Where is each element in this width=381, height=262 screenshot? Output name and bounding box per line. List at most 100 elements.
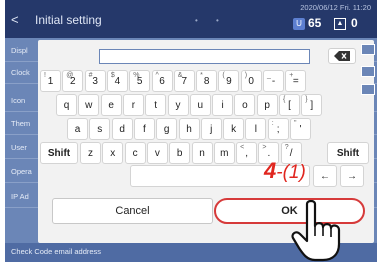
key[interactable]: t: [145, 94, 167, 116]
key-label: w: [85, 100, 93, 111]
key-label: →: [347, 171, 357, 182]
key-label: 1: [47, 76, 54, 87]
key-label: o: [242, 100, 248, 111]
settings-row-label: Them: [11, 119, 31, 128]
key[interactable]: ^ 6: [151, 70, 173, 92]
alert-count-icon: ▲: [334, 18, 346, 30]
key-label: c: [132, 148, 138, 159]
key-label: ': [299, 124, 302, 135]
bottom-row-label: Check Code email address: [11, 247, 102, 256]
shift-right-key[interactable]: Shift: [327, 142, 369, 164]
key[interactable]: q: [56, 94, 77, 116]
key[interactable]: b: [169, 142, 191, 164]
key[interactable]: #3: [84, 70, 106, 92]
key-label: =: [292, 76, 299, 87]
top-bar: < Initial setting • • 2020/06/12 Fri. 11…: [5, 0, 377, 38]
key[interactable]: l: [245, 118, 267, 140]
settings-row-label: User: [11, 143, 27, 152]
key-label: Shift: [336, 148, 360, 159]
key[interactable]: f: [133, 118, 155, 140]
user-count: 65: [308, 16, 322, 30]
key-label: 5: [136, 76, 143, 87]
key[interactable]: @2: [62, 70, 84, 92]
key-label: k: [231, 124, 237, 135]
settings-value-box: [361, 44, 375, 55]
key[interactable]: v: [146, 142, 168, 164]
key[interactable]: x: [102, 142, 124, 164]
key[interactable]: :;: [267, 118, 289, 140]
key[interactable]: e: [100, 94, 122, 116]
key[interactable]: g: [156, 118, 178, 140]
key[interactable]: m: [213, 142, 235, 164]
key[interactable]: w: [78, 94, 100, 116]
backspace-icon: [334, 51, 350, 61]
key[interactable]: {[: [279, 94, 300, 116]
key-label: 8: [203, 76, 210, 87]
key[interactable]: y: [167, 94, 189, 116]
key-label: b: [176, 148, 183, 159]
page-title: Initial setting: [35, 13, 102, 27]
settings-value-box: [361, 66, 375, 77]
key[interactable]: d: [111, 118, 133, 140]
key[interactable]: * 8: [196, 70, 218, 92]
datetime-label: 2020/06/12 Fri. 11:20: [300, 3, 371, 12]
key[interactable]: i: [212, 94, 234, 116]
backspace-button[interactable]: [328, 48, 356, 64]
status-indicator-dots: • •: [195, 16, 227, 25]
key-label: g: [163, 124, 170, 135]
key-label: i: [221, 100, 224, 111]
settings-value-box: [361, 84, 375, 95]
step-annotation: 4-(1): [264, 158, 306, 183]
key[interactable]: o: [234, 94, 256, 116]
key[interactable]: n: [191, 142, 213, 164]
key[interactable]: <,: [236, 142, 258, 164]
key[interactable]: ! 1: [40, 70, 61, 92]
key[interactable]: r: [122, 94, 144, 116]
key[interactable]: _ -: [263, 70, 284, 92]
key[interactable]: k: [223, 118, 245, 140]
key-label: j: [210, 124, 213, 135]
key[interactable]: a: [67, 118, 88, 140]
cancel-button[interactable]: Cancel: [52, 198, 213, 224]
arrow-right-key[interactable]: →: [340, 165, 364, 187]
key-label: 2: [70, 76, 76, 87]
settings-row-label: Opera: [11, 167, 32, 176]
key-label: f: [143, 124, 146, 135]
back-button[interactable]: <: [11, 12, 19, 27]
key-label: r: [131, 100, 136, 111]
key-label: -: [271, 76, 276, 87]
key-label: 0: [248, 76, 254, 87]
key[interactable]: ) 0: [240, 70, 262, 92]
key[interactable]: & 7: [173, 70, 195, 92]
alert-count: 0: [351, 16, 358, 30]
key[interactable]: % 5: [129, 70, 151, 92]
key[interactable]: p: [256, 94, 278, 116]
arrow-left-key[interactable]: ←: [313, 165, 337, 187]
key[interactable]: u: [189, 94, 211, 116]
shift-left-key[interactable]: Shift: [40, 142, 78, 164]
key[interactable]: c: [124, 142, 146, 164]
pointing-hand-icon: [291, 200, 341, 262]
key[interactable]: }]: [301, 94, 323, 116]
key[interactable]: + =: [285, 70, 307, 92]
key[interactable]: " ': [290, 118, 311, 140]
key-label: 7: [181, 76, 188, 87]
key-label: 6: [159, 76, 165, 87]
key-label: p: [264, 100, 270, 111]
key-label: v: [154, 148, 160, 159]
key-label: 9: [226, 76, 232, 87]
key[interactable]: (9: [218, 70, 240, 92]
key-label: x: [110, 148, 116, 159]
text-input-field[interactable]: [99, 49, 310, 64]
key-label: d: [119, 124, 125, 135]
key[interactable]: $4: [106, 70, 128, 92]
key-label: y: [175, 100, 181, 111]
key-label: h: [186, 124, 192, 135]
key[interactable]: j: [200, 118, 222, 140]
key[interactable]: h: [178, 118, 200, 140]
key[interactable]: z: [80, 142, 101, 164]
key[interactable]: s: [89, 118, 111, 140]
key-label: [: [288, 100, 291, 111]
key-label: e: [108, 100, 114, 111]
key-label: u: [197, 100, 204, 111]
